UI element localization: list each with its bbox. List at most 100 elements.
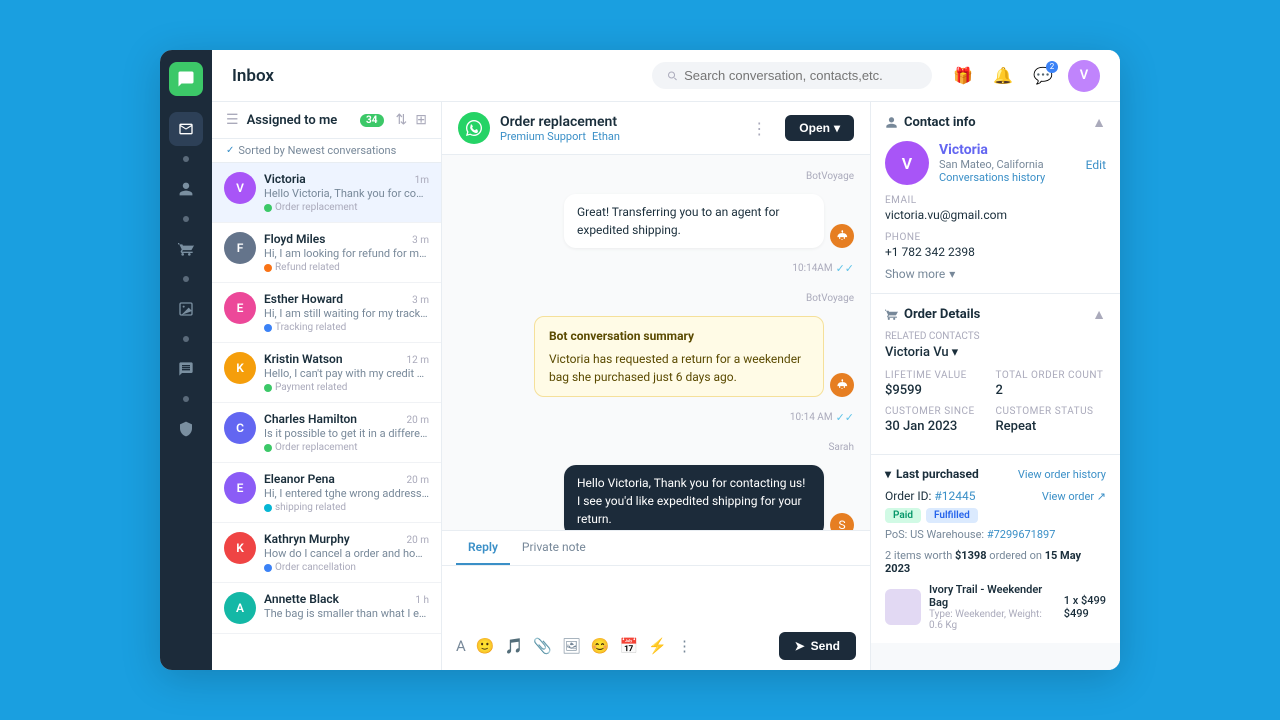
pos-id[interactable]: #7299671897 bbox=[987, 528, 1056, 541]
sidebar-item-inbox[interactable] bbox=[169, 112, 203, 146]
conv-tag: Order replacement bbox=[264, 442, 429, 453]
open-button[interactable]: Open ▾ bbox=[785, 115, 854, 141]
conv-time: 3 m bbox=[412, 235, 429, 246]
order-summary-text: 2 items worth $1398 ordered on 15 May 20… bbox=[885, 549, 1081, 575]
command-icon[interactable]: ⚡ bbox=[648, 637, 667, 655]
sidebar-item-chat[interactable] bbox=[169, 352, 203, 386]
sidebar-item-images[interactable] bbox=[169, 292, 203, 326]
sidebar-logo[interactable] bbox=[169, 62, 203, 96]
conv-info-esther: Esther Howard 3 m Hi, I am still waiting… bbox=[264, 292, 429, 333]
image-icon[interactable]: 🖼 bbox=[562, 637, 581, 655]
chat-icon-btn[interactable]: 💬 2 bbox=[1028, 61, 1058, 91]
conv-item-annette[interactable]: A Annette Black 1 h The bag is smaller t… bbox=[212, 583, 441, 634]
chat-subtitle: Premium Support Ethan bbox=[500, 130, 741, 143]
related-name: Victoria Vu ▾ bbox=[885, 345, 1106, 360]
conv-time: 20 m bbox=[407, 475, 430, 486]
phone-value: +1 782 342 2398 bbox=[885, 245, 1106, 259]
product-info: Ivory Trail - Weekender Bag Type: Weeken… bbox=[929, 583, 1056, 631]
summary-text: Victoria has requested a return for a we… bbox=[549, 350, 809, 386]
msg-time-2: 10:14 AM ✓✓ bbox=[458, 411, 854, 424]
columns: ☰ Assigned to me 34 ⇅ ⊞ ✓ Sorted by Newe… bbox=[212, 102, 1120, 670]
sort-icon[interactable]: ⇅ bbox=[396, 112, 408, 128]
conv-item-kristin[interactable]: K Kristin Watson 12 m Hello, I can't pay… bbox=[212, 343, 441, 403]
conv-avatar-kathryn: K bbox=[224, 532, 256, 564]
filter-icon[interactable]: ☰ bbox=[226, 112, 239, 128]
customer-status-field: Customer status Repeat bbox=[996, 406, 1107, 434]
order-collapse-btn[interactable]: ▲ bbox=[1092, 306, 1106, 323]
conv-name: Annette Black bbox=[264, 592, 339, 606]
agent-sender-label: Sarah bbox=[458, 442, 854, 453]
conv-item-eleanor[interactable]: E Eleanor Pena 20 m Hi, I entered tghe w… bbox=[212, 463, 441, 523]
tag-dot bbox=[264, 264, 272, 272]
tab-reply[interactable]: Reply bbox=[456, 531, 510, 565]
show-more-btn[interactable]: Show more ▾ bbox=[885, 267, 1106, 281]
conv-msg: Hi, I am still waiting for my tracking d… bbox=[264, 307, 429, 320]
summary-bubble: Bot conversation summary Victoria has re… bbox=[534, 316, 824, 397]
conv-item-esther[interactable]: E Esther Howard 3 m Hi, I am still waiti… bbox=[212, 283, 441, 343]
search-input[interactable] bbox=[684, 68, 918, 83]
conv-tag: Refund related bbox=[264, 262, 429, 273]
reply-input-area[interactable] bbox=[442, 566, 870, 626]
lifetime-value-field: Lifetime value $9599 bbox=[885, 370, 996, 398]
gift-icon-btn[interactable]: 🎁 bbox=[948, 61, 978, 91]
contact-collapse-btn[interactable]: ▲ bbox=[1092, 114, 1106, 131]
conv-item-victoria[interactable]: V Victoria 1m Hello Victoria, Thank you … bbox=[212, 163, 441, 223]
conv-avatar-floyd: F bbox=[224, 232, 256, 264]
sidebar-item-cart[interactable] bbox=[169, 232, 203, 266]
order-id-label: Order ID: #12445 bbox=[885, 489, 976, 503]
more-options-icon[interactable]: ⋮ bbox=[751, 119, 767, 138]
conv-time: 3 m bbox=[412, 295, 429, 306]
sidebar-item-contacts[interactable] bbox=[169, 172, 203, 206]
view-order-link[interactable]: View order ↗ bbox=[1042, 490, 1106, 503]
conv-tag: Tracking related bbox=[264, 322, 429, 333]
audio-icon[interactable]: 🎵 bbox=[504, 637, 523, 655]
chat-header-info: Order replacement Premium Support Ethan bbox=[500, 114, 741, 143]
agent-label: Ethan bbox=[592, 130, 620, 143]
conv-name: Esther Howard bbox=[264, 292, 343, 306]
sidebar-dot-3 bbox=[183, 276, 189, 282]
view-order-history-link[interactable]: View order history bbox=[1018, 468, 1106, 481]
conv-msg: Is it possible to get it in a different … bbox=[264, 427, 429, 440]
conv-info-kathryn: Kathryn Murphy 20 m How do I cancel a or… bbox=[264, 532, 429, 573]
conv-info-victoria: Victoria 1m Hello Victoria, Thank you fo… bbox=[264, 172, 429, 213]
sidebar-item-shield[interactable] bbox=[169, 412, 203, 446]
more-icon[interactable]: ⋮ bbox=[677, 637, 692, 655]
order-details-header: Order Details ▲ bbox=[885, 306, 1106, 323]
conv-msg: The bag is smaller than what I expected bbox=[264, 607, 429, 620]
conv-avatar-victoria: V bbox=[224, 172, 256, 204]
conv-item-kathryn[interactable]: K Kathryn Murphy 20 m How do I cancel a … bbox=[212, 523, 441, 583]
search-bar[interactable] bbox=[652, 62, 932, 89]
conv-tag: Order cancellation bbox=[264, 562, 429, 573]
chevron-left-icon[interactable]: ▾ bbox=[885, 467, 891, 481]
attachment-icon[interactable]: 📎 bbox=[533, 637, 552, 655]
total-order-count-field: Total order count 2 bbox=[996, 370, 1107, 398]
order-id-value[interactable]: #12445 bbox=[934, 489, 975, 503]
contact-location: San Mateo, California bbox=[939, 158, 1045, 171]
email-value: victoria.vu@gmail.com bbox=[885, 208, 1106, 222]
emoji2-icon[interactable]: 😊 bbox=[591, 637, 610, 655]
tab-private-note[interactable]: Private note bbox=[510, 531, 598, 565]
bot-avatar-2 bbox=[830, 373, 854, 397]
emoji-icon[interactable]: 🙂 bbox=[476, 637, 495, 655]
chevron-icon[interactable]: ▾ bbox=[952, 345, 959, 360]
user-avatar[interactable]: V bbox=[1068, 60, 1100, 92]
chevron-down-icon: ▾ bbox=[834, 121, 840, 135]
bell-icon-btn[interactable]: 🔔 bbox=[988, 61, 1018, 91]
send-button[interactable]: ➤ Send bbox=[779, 632, 856, 660]
order-details-title: Order Details bbox=[885, 307, 980, 322]
conv-item-charles[interactable]: C Charles Hamilton 20 m Is it possible t… bbox=[212, 403, 441, 463]
contact-history-link[interactable]: Conversations history bbox=[939, 171, 1045, 184]
conv-item-floyd[interactable]: F Floyd Miles 3 m Hi, I am looking for r… bbox=[212, 223, 441, 283]
sidebar-dot-1 bbox=[183, 156, 189, 162]
calendar-icon[interactable]: 📅 bbox=[620, 637, 639, 655]
text-format-icon[interactable]: A bbox=[456, 637, 466, 655]
conv-avatar-eleanor: E bbox=[224, 472, 256, 504]
chat-messages: BotVoyage Great! Transferring you to an … bbox=[442, 155, 870, 530]
product-qty: 1 x $499 bbox=[1064, 594, 1106, 607]
edit-link[interactable]: Edit bbox=[1086, 154, 1106, 173]
conv-avatar-annette: A bbox=[224, 592, 256, 624]
conv-tag: shipping related bbox=[264, 502, 429, 513]
agent-avatar-sarah: S bbox=[830, 513, 854, 530]
view-icon[interactable]: ⊞ bbox=[415, 112, 427, 128]
sidebar bbox=[160, 50, 212, 670]
